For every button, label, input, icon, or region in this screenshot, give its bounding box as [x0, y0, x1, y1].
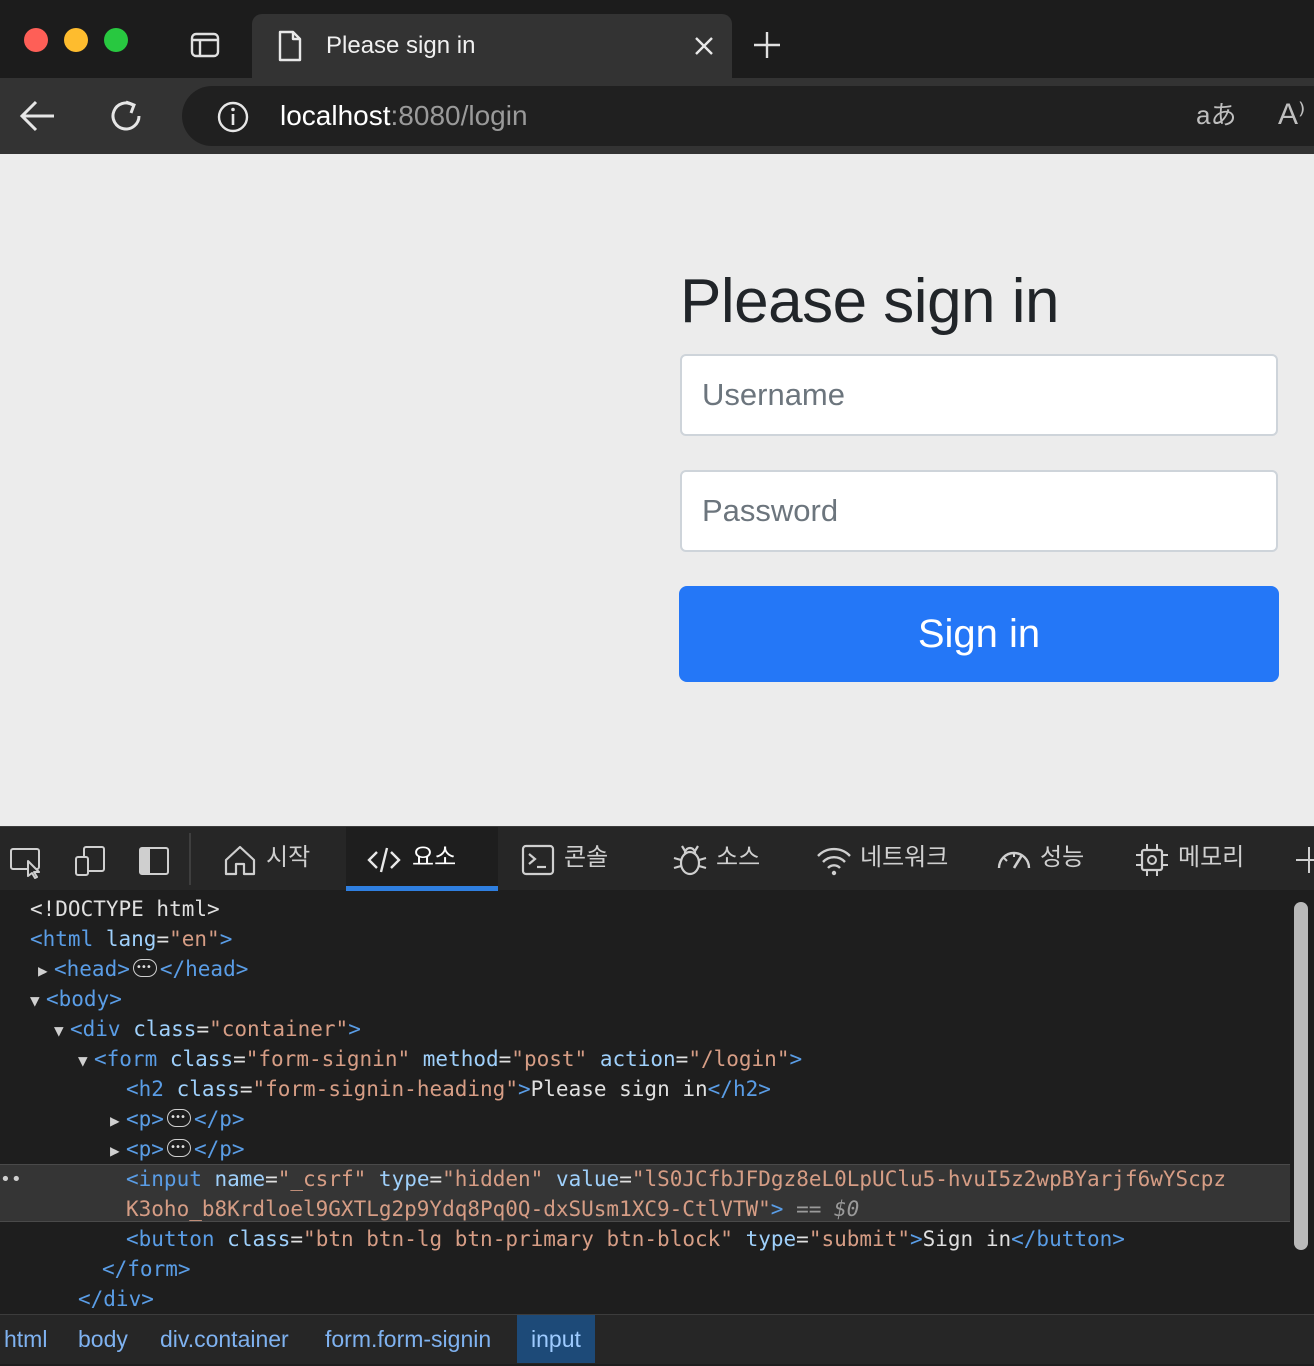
dom-line[interactable]: ▶<p></p> [0, 1103, 1290, 1136]
toolbar-separator [189, 833, 191, 885]
wifi-icon [817, 847, 851, 876]
devtools-panel: 시작 요소 콘솔 소스 네트워크 성능 메모리 •• <!DOCTYPE htm… [0, 826, 1314, 1366]
address-bar[interactable]: localhost:8080/login aあ A⁾ [182, 86, 1314, 146]
tab-elements[interactable]: 요소 [346, 827, 498, 891]
dom-line[interactable]: ▼ <form class="form-signin" method="post"… [0, 1044, 1290, 1074]
expand-triangle-icon[interactable]: ▶ [38, 956, 54, 986]
sign-in-button[interactable]: Sign in [679, 586, 1279, 682]
collapse-triangle-icon[interactable]: ▼ [78, 1046, 94, 1076]
sidebar-icon[interactable] [190, 30, 220, 60]
gauge-icon [997, 851, 1031, 869]
dom-line[interactable]: ▼ <div class="container"> [0, 1014, 1290, 1044]
password-input[interactable] [680, 470, 1278, 552]
browser-tab[interactable]: Please sign in [252, 14, 732, 78]
selected-node-marker: == $0 [796, 1197, 860, 1221]
dom-line[interactable]: </div> [0, 1284, 1290, 1314]
dom-line[interactable]: <!DOCTYPE html> [0, 894, 1290, 924]
console-icon [521, 844, 555, 876]
tab-title: Please sign in [326, 32, 476, 59]
collapse-triangle-icon[interactable]: ▼ [54, 1016, 70, 1046]
url-text[interactable]: localhost:8080/login [280, 86, 528, 146]
dom-line[interactable]: ▶<p></p> [0, 1133, 1290, 1166]
dom-tree-scrollbar[interactable] [1294, 902, 1308, 1250]
plus-icon[interactable] [752, 30, 782, 60]
dom-line[interactable]: ▶<head></head> [0, 953, 1290, 986]
read-aloud-icon[interactable]: A⁾ [1278, 98, 1305, 132]
close-icon[interactable] [692, 34, 716, 58]
devtools-toolbar: 시작 요소 콘솔 소스 네트워크 성능 메모리 [0, 826, 1314, 891]
collapse-triangle-icon[interactable]: ▼ [30, 986, 46, 1016]
dom-tree[interactable]: •• <!DOCTYPE html> <html lang="en"> ▶ <he… [0, 890, 1290, 1314]
username-input[interactable] [680, 354, 1278, 436]
plus-icon[interactable] [1294, 845, 1314, 875]
translate-icon[interactable]: aあ [1196, 100, 1236, 130]
collapsed-ellipsis-icon[interactable] [166, 1133, 191, 1163]
dom-line[interactable]: <h2 class="form-signin-heading">Please s… [0, 1074, 1290, 1104]
breadcrumb-form-signin[interactable]: form.form-signin [325, 1315, 491, 1363]
minimize-window-button[interactable] [64, 28, 88, 52]
browser-title-bar: Please sign in [0, 0, 1314, 78]
back-arrow-icon[interactable] [18, 98, 58, 134]
collapsed-ellipsis-icon[interactable] [166, 1103, 191, 1133]
home-icon [224, 845, 256, 876]
dom-line[interactable]: <html lang="en"> [0, 924, 1290, 954]
inspect-element-icon[interactable] [8, 843, 44, 879]
dom-line-selected[interactable]: K3oho_b8Krdloel9GXTLg2p9Ydq8Pq0Q-dxSUsm1… [0, 1194, 1290, 1224]
page-heading: Please sign in [680, 267, 1060, 336]
breadcrumb-body[interactable]: body [78, 1315, 128, 1363]
code-icon [367, 847, 401, 873]
dom-line[interactable]: <button class="btn btn-lg btn-primary bt… [0, 1224, 1290, 1254]
breadcrumb-input[interactable]: input [517, 1315, 595, 1363]
chip-icon [1136, 844, 1168, 876]
expand-triangle-icon[interactable]: ▶ [110, 1106, 126, 1136]
browser-nav-bar: localhost:8080/login aあ A⁾ [0, 78, 1314, 154]
breadcrumb-html[interactable]: html [4, 1315, 47, 1363]
close-window-button[interactable] [24, 28, 48, 52]
breadcrumb-div-container[interactable]: div.container [160, 1315, 289, 1363]
page-icon [278, 30, 302, 62]
device-emulation-icon[interactable] [72, 843, 108, 879]
info-icon[interactable] [216, 100, 250, 134]
page-viewport: Please sign in Sign in [0, 154, 1314, 826]
bug-icon [673, 845, 707, 876]
breadcrumb: html body div.container form.form-signin… [0, 1314, 1314, 1364]
refresh-icon[interactable] [106, 96, 146, 136]
maximize-window-button[interactable] [104, 28, 128, 52]
collapsed-ellipsis-icon[interactable] [132, 953, 157, 983]
dom-line[interactable]: </form> [0, 1254, 1290, 1284]
dom-line[interactable]: ▼ <body> [0, 984, 1290, 1014]
expand-triangle-icon[interactable]: ▶ [110, 1136, 126, 1166]
dom-line-selected[interactable]: <input name="_csrf" type="hidden" value=… [0, 1164, 1290, 1194]
dock-side-icon[interactable] [136, 843, 172, 879]
